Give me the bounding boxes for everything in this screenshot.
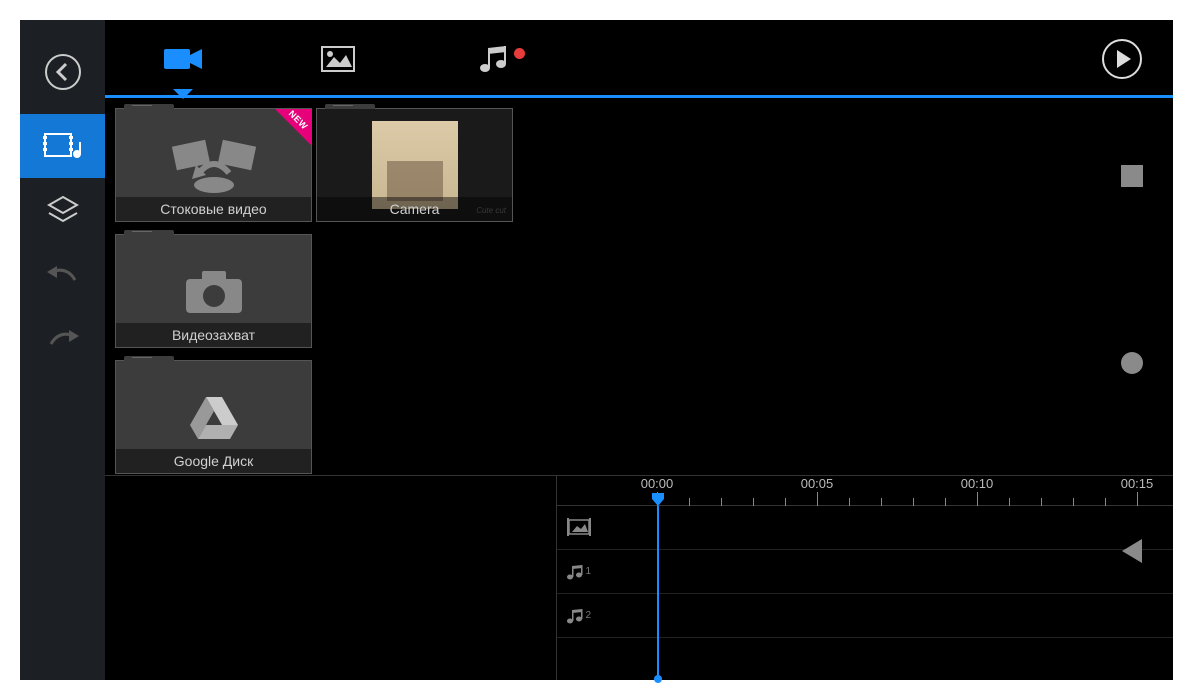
- tab-image[interactable]: [260, 20, 415, 98]
- music-icon: [477, 44, 509, 74]
- folder-label: Google Диск: [116, 449, 311, 473]
- layers-icon: [45, 195, 81, 225]
- ruler-label: 00:10: [961, 476, 994, 491]
- main-area: NEW Стоковые видео Cute cut Camera: [105, 20, 1173, 680]
- timeline[interactable]: 00:00 00:05 00:10 00:15: [557, 475, 1173, 680]
- folder-camera[interactable]: Cute cut Camera: [316, 108, 513, 222]
- redo-icon: [45, 326, 81, 350]
- folder-google-drive[interactable]: Google Диск: [115, 360, 312, 474]
- filmstrip-icon: [567, 518, 591, 538]
- sidebar-item-layers[interactable]: [20, 178, 105, 242]
- folder-label: Стоковые видео: [116, 197, 311, 221]
- square-indicator-icon[interactable]: [1121, 165, 1143, 187]
- sidebar-item-undo[interactable]: [20, 242, 105, 306]
- folder-label: Видеозахват: [116, 323, 311, 347]
- tab-video[interactable]: [105, 20, 260, 98]
- timeline-empty-left: [105, 475, 557, 680]
- track-head-audio1: 1: [557, 550, 595, 593]
- music-note-icon: [565, 607, 583, 625]
- timeline-tracks[interactable]: 1 2: [557, 506, 1173, 680]
- triangle-indicator-icon[interactable]: [1122, 539, 1142, 563]
- camera-thumbnail: [372, 121, 458, 209]
- play-button[interactable]: [1101, 38, 1143, 80]
- track-head-audio2: 2: [557, 594, 595, 637]
- image-icon: [320, 45, 356, 73]
- playhead-handle-icon: [650, 491, 666, 507]
- tab-underline: [105, 95, 1173, 98]
- playhead-end-dot: [654, 675, 662, 683]
- top-tabbar: [105, 20, 1173, 98]
- chevron-left-icon: [44, 53, 82, 91]
- track-audio-1[interactable]: 1: [557, 550, 1173, 594]
- notification-dot: [514, 48, 525, 59]
- folder-label: Camera: [317, 197, 512, 221]
- back-button[interactable]: [20, 40, 105, 104]
- sidebar-item-media[interactable]: [20, 114, 105, 178]
- google-drive-icon: [186, 393, 242, 441]
- track-audio-2[interactable]: 2: [557, 594, 1173, 638]
- camera-icon: [182, 267, 246, 315]
- track-video[interactable]: [557, 506, 1173, 550]
- ruler-label: 00:05: [801, 476, 834, 491]
- ruler-label: 00:00: [641, 476, 674, 491]
- circle-indicator-icon[interactable]: [1121, 352, 1143, 374]
- right-side-indicators: [1121, 165, 1143, 563]
- track-head-video: [557, 506, 595, 549]
- app-root: NEW Стоковые видео Cute cut Camera: [20, 20, 1173, 680]
- stock-video-icon: [164, 135, 264, 195]
- track-number: 1: [585, 566, 591, 577]
- undo-icon: [45, 262, 81, 286]
- playhead[interactable]: [657, 506, 659, 680]
- media-library-icon: [43, 130, 83, 162]
- folder-video-capture[interactable]: Видеозахват: [115, 234, 312, 348]
- play-icon: [1101, 38, 1143, 80]
- tab-music[interactable]: [415, 20, 570, 98]
- left-sidebar: [20, 20, 105, 680]
- music-note-icon: [565, 563, 583, 581]
- video-camera-icon: [162, 45, 204, 73]
- sidebar-item-redo[interactable]: [20, 306, 105, 370]
- folder-stock-video[interactable]: NEW Стоковые видео: [115, 108, 312, 222]
- new-badge: NEW: [275, 109, 311, 145]
- track-number: 2: [585, 610, 591, 621]
